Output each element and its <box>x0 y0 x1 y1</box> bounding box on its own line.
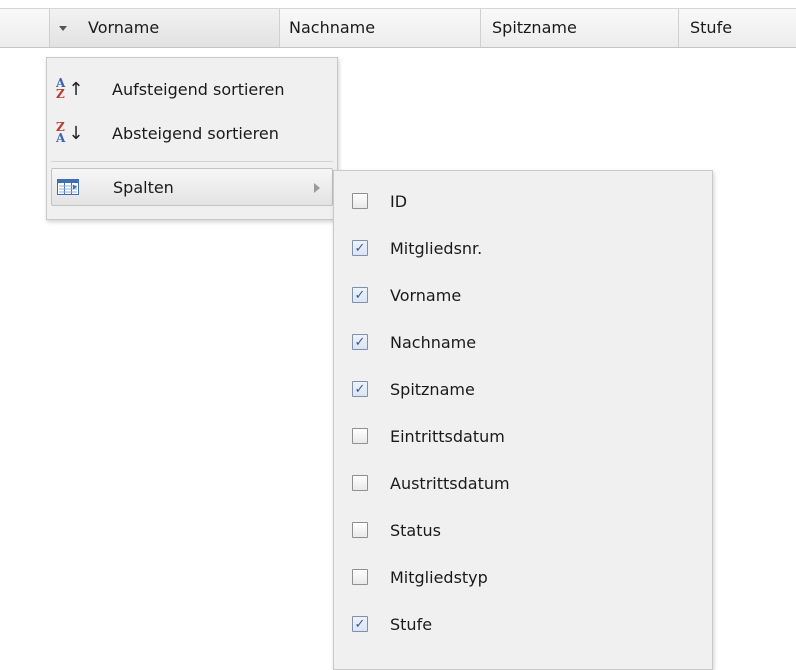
column-context-menu: A Z ↑ Aufsteigend sortieren Z A ↓ Abstei… <box>46 57 338 220</box>
checkbox[interactable]: ✓ <box>352 240 368 256</box>
checkbox[interactable] <box>352 428 368 444</box>
column-toggle-mitgliedstyp[interactable]: Mitgliedstyp <box>340 557 706 597</box>
chevron-right-icon <box>314 183 320 193</box>
column-header-label: Spitzname <box>492 18 577 37</box>
checkbox[interactable] <box>352 475 368 491</box>
column-toggle-spitzname[interactable]: ✓ Spitzname <box>340 369 706 409</box>
menu-separator <box>51 161 333 162</box>
check-icon: ✓ <box>354 381 366 397</box>
column-toggle-id[interactable]: ID <box>340 181 706 221</box>
column-toggle-nachname[interactable]: ✓ Nachname <box>340 322 706 362</box>
column-toggle-label: ID <box>390 191 408 211</box>
column-toggle-label: Vorname <box>390 285 462 305</box>
check-icon: ✓ <box>354 287 366 303</box>
chevron-down-icon <box>59 25 67 31</box>
column-toggle-label: Mitgliedsnr. <box>390 238 483 258</box>
column-header-label: Nachname <box>289 18 376 37</box>
columns-icon <box>57 179 87 195</box>
checkbox[interactable]: ✓ <box>352 381 368 397</box>
column-toggle-label: Spitzname <box>390 379 475 399</box>
checkbox[interactable]: ✓ <box>352 334 368 350</box>
column-toggle-label: Stufe <box>390 614 433 634</box>
column-toggle-eintrittsdatum[interactable]: Eintrittsdatum <box>340 416 706 456</box>
menu-item-sort-descending[interactable]: Z A ↓ Absteigend sortieren <box>51 114 333 152</box>
column-toggle-vorname[interactable]: ✓ Vorname <box>340 275 706 315</box>
column-toggle-stufe[interactable]: ✓ Stufe <box>340 604 706 644</box>
check-icon: ✓ <box>354 334 366 350</box>
columns-submenu: ID ✓ Mitgliedsnr. ✓ Vorname ✓ Nachname ✓… <box>333 170 713 670</box>
column-toggle-label: Austrittsdatum <box>390 473 510 493</box>
column-toggle-label: Status <box>390 520 441 540</box>
column-toggle-mitgliedsnr[interactable]: ✓ Mitgliedsnr. <box>340 228 706 268</box>
column-toggle-label: Mitgliedstyp <box>390 567 488 587</box>
checkbox[interactable] <box>352 193 368 209</box>
sort-descending-icon: Z A ↓ <box>56 120 84 145</box>
column-header-label: Vorname <box>88 18 160 37</box>
column-header-stufe[interactable]: Stufe <box>679 9 796 47</box>
column-toggle-label: Eintrittsdatum <box>390 426 505 446</box>
column-header-nachname[interactable]: Nachname <box>280 9 481 47</box>
column-header-spitzname[interactable]: Spitzname <box>481 9 679 47</box>
menu-item-columns[interactable]: Spalten <box>51 168 333 206</box>
checkbox[interactable] <box>352 569 368 585</box>
menu-item-label: Absteigend sortieren <box>112 123 279 143</box>
column-header-label: Stufe <box>690 18 733 37</box>
check-icon: ✓ <box>354 240 366 256</box>
menu-item-label: Spalten <box>113 177 174 197</box>
column-toggle-status[interactable]: Status <box>340 510 706 550</box>
checkbox[interactable] <box>352 522 368 538</box>
column-header-vorname[interactable]: Vorname <box>49 9 280 47</box>
menu-item-label: Aufsteigend sortieren <box>112 79 285 99</box>
checkbox[interactable]: ✓ <box>352 616 368 632</box>
column-menu-trigger[interactable] <box>50 9 76 47</box>
column-toggle-label: Nachname <box>390 332 477 352</box>
menu-item-sort-ascending[interactable]: A Z ↑ Aufsteigend sortieren <box>51 70 333 108</box>
grid-header: Vorname Nachname Spitzname Stufe <box>0 8 796 48</box>
column-toggle-austrittsdatum[interactable]: Austrittsdatum <box>340 463 706 503</box>
check-icon: ✓ <box>354 616 366 632</box>
checkbox[interactable]: ✓ <box>352 287 368 303</box>
sort-ascending-icon: A Z ↑ <box>56 76 84 101</box>
